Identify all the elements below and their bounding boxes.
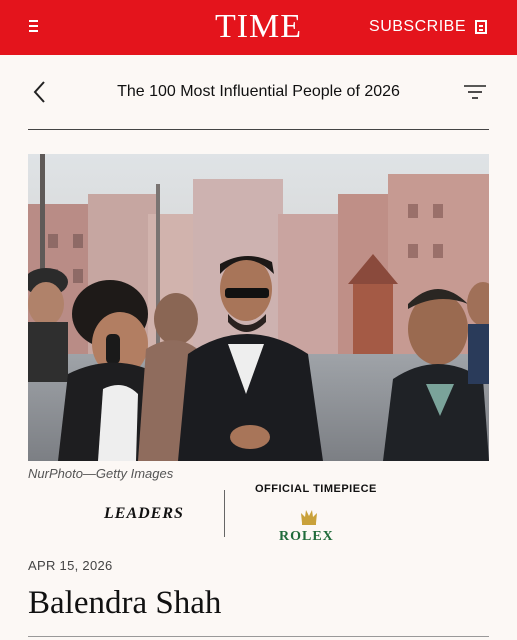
sponsor-heading: OFFICIAL TIMEPIECE (255, 483, 377, 495)
header-divider (28, 129, 489, 130)
subscribe-button[interactable]: SUBSCRIBE (369, 17, 487, 37)
page-title: The 100 Most Influential People of 2026 (117, 83, 400, 100)
sponsor-divider (224, 490, 225, 537)
article-photo (28, 154, 489, 461)
section-nav: The 100 Most Influential People of 2026 (0, 70, 517, 114)
subscribe-label: SUBSCRIBE (369, 18, 466, 35)
sponsor-logo[interactable]: ROLEX (279, 529, 334, 545)
rolex-crown-icon (300, 508, 318, 526)
photo-credit: NurPhoto—Getty Images (28, 466, 174, 481)
filter-icon[interactable] (463, 83, 487, 101)
publish-date: APR 15, 2026 (28, 558, 113, 573)
top-header-bar: TIME SUBSCRIBE (0, 0, 517, 55)
category-label[interactable]: LEADERS (104, 504, 184, 524)
magazine-icon (475, 20, 487, 34)
profile-name: Balendra Shah (28, 585, 222, 621)
content-divider (28, 636, 489, 637)
